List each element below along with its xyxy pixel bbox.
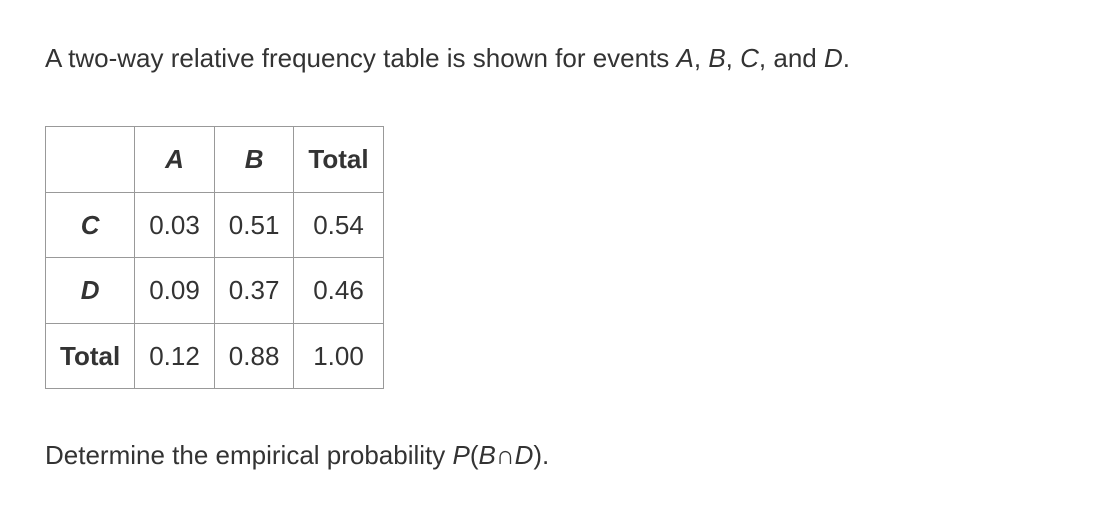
cell-c-a: 0.03 (135, 192, 215, 257)
cell-total-b: 0.88 (214, 323, 294, 388)
event-c: C (740, 43, 759, 73)
intro-sep3: , and (759, 43, 824, 73)
col-header-total: Total (294, 127, 383, 192)
empty-corner-cell (46, 127, 135, 192)
col-header-b: B (214, 127, 294, 192)
cell-c-b: 0.51 (214, 192, 294, 257)
frequency-table: A B Total C 0.03 0.51 0.54 D 0.09 0.37 0… (45, 126, 384, 389)
event-d: D (824, 43, 843, 73)
table-row-c: C 0.03 0.51 0.54 (46, 192, 384, 257)
question-suffix: . (542, 440, 549, 470)
paren-open: ( (470, 440, 479, 470)
table-row-d: D 0.09 0.37 0.46 (46, 258, 384, 323)
intro-sep2: , (726, 43, 740, 73)
col-header-a: A (135, 127, 215, 192)
p-letter: P (453, 440, 470, 470)
row-header-total: Total (46, 323, 135, 388)
cell-total-total: 1.00 (294, 323, 383, 388)
question-text: Determine the empirical probability P(B∩… (45, 437, 1066, 473)
intro-text: A two-way relative frequency table is sh… (45, 40, 1066, 76)
event-b: B (708, 43, 725, 73)
intersect-symbol: ∩ (496, 440, 515, 470)
q-event-b: B (479, 440, 496, 470)
intro-suffix: . (843, 43, 850, 73)
cell-total-a: 0.12 (135, 323, 215, 388)
table-header-row: A B Total (46, 127, 384, 192)
paren-close: ) (533, 440, 542, 470)
cell-d-a: 0.09 (135, 258, 215, 323)
cell-d-total: 0.46 (294, 258, 383, 323)
event-a: A (677, 43, 694, 73)
table-row-total: Total 0.12 0.88 1.00 (46, 323, 384, 388)
row-header-d: D (46, 258, 135, 323)
cell-d-b: 0.37 (214, 258, 294, 323)
row-header-c: C (46, 192, 135, 257)
q-event-d: D (515, 440, 534, 470)
intro-prefix: A two-way relative frequency table is sh… (45, 43, 677, 73)
intro-sep1: , (694, 43, 708, 73)
question-prefix: Determine the empirical probability (45, 440, 453, 470)
cell-c-total: 0.54 (294, 192, 383, 257)
